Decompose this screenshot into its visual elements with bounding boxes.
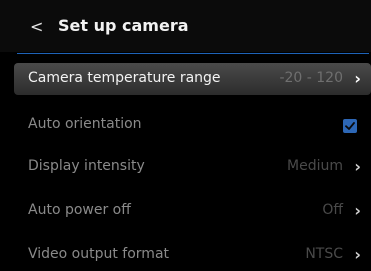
menu-item-value: NTSC — [305, 246, 343, 262]
menu-item-label: Auto power off — [28, 202, 131, 218]
menu-item-value: -20 - 120 — [279, 70, 343, 86]
chevron-right-icon: › — [354, 69, 361, 88]
camera-setup-screen: < Set up camera Camera temperature range… — [0, 0, 371, 271]
menu-item-camera-temperature-range[interactable]: Camera temperature range -20 - 120 › — [14, 63, 371, 95]
menu-item-display-intensity[interactable]: Display intensity Medium › — [14, 151, 371, 183]
menu-item-label: Display intensity — [28, 158, 145, 174]
header-divider — [17, 53, 369, 54]
checkbox-checked-icon[interactable] — [343, 119, 357, 133]
menu-item-label: Video output format — [28, 246, 170, 262]
menu-item-auto-orientation[interactable]: Auto orientation — [14, 109, 371, 141]
menu-item-video-output-format[interactable]: Video output format NTSC › — [14, 239, 371, 271]
menu-item-value: Medium — [287, 158, 343, 174]
menu-item-auto-power-off[interactable]: Auto power off Off › — [14, 195, 371, 227]
page-title: Set up camera — [58, 16, 189, 35]
back-button[interactable]: < — [30, 17, 43, 36]
header-bar: < Set up camera — [0, 0, 371, 52]
menu-item-label: Camera temperature range — [28, 70, 221, 86]
chevron-right-icon: › — [354, 201, 361, 220]
menu-item-value: Off — [322, 202, 343, 218]
chevron-right-icon: › — [354, 157, 361, 176]
chevron-right-icon: › — [354, 245, 361, 264]
menu-item-label: Auto orientation — [28, 116, 142, 132]
